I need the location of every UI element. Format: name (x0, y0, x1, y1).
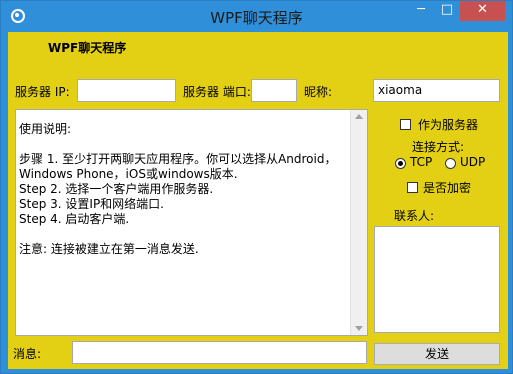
contacts-label: 联系人: (394, 209, 435, 223)
scroll-up-icon[interactable] (355, 114, 363, 119)
as-server-checkbox[interactable] (400, 119, 411, 130)
title-bar[interactable]: WPF聊天程序 ─ □ ✕ (1, 1, 512, 31)
encrypt-label: 是否加密 (423, 181, 472, 195)
encrypt-checkbox[interactable] (407, 182, 418, 193)
connection-mode-label: 连接方式: (412, 140, 465, 154)
message-input[interactable] (72, 341, 367, 364)
udp-label: UDP (460, 155, 486, 169)
app-window: WPF聊天程序 ─ □ ✕ WPF聊天程序 服务器 IP: 服务器 端口: 昵称… (0, 0, 513, 374)
scroll-down-icon[interactable] (355, 326, 363, 331)
udp-radio[interactable] (445, 158, 456, 169)
as-server-label: 作为服务器 (418, 118, 479, 132)
tcp-radio[interactable] (395, 158, 406, 169)
send-button[interactable]: 发送 (374, 343, 500, 365)
page-title: WPF聊天程序 (48, 41, 127, 55)
instruction-line: 注意: 连接被建立在第一消息发送. (19, 242, 199, 256)
maximize-button[interactable]: □ (434, 1, 460, 21)
contacts-list[interactable] (374, 226, 500, 333)
instruction-line: Step 2. 选择一个客户端用作服务器. (19, 182, 214, 196)
instructions-textarea[interactable]: 使用说明: 步骤 1. 至少打开两聊天应用程序。你可以选择从Android， W… (15, 109, 368, 336)
minimize-button[interactable]: ─ (408, 1, 434, 21)
server-port-input[interactable] (251, 79, 297, 102)
vertical-scrollbar[interactable] (350, 110, 367, 335)
instruction-line: 使用说明: (19, 122, 72, 136)
message-label: 消息: (13, 347, 42, 361)
client-area: WPF聊天程序 服务器 IP: 服务器 端口: 昵称: xiaoma 使用说明:… (8, 32, 508, 369)
instruction-line: Windows Phone，iOS或windows版本. (19, 167, 238, 181)
nickname-input[interactable]: xiaoma (373, 79, 500, 102)
instruction-line: Step 3. 设置IP和网络端口. (19, 197, 164, 211)
nickname-label: 昵称: (304, 85, 333, 99)
instruction-line: 步骤 1. 至少打开两聊天应用程序。你可以选择从Android， (19, 152, 337, 166)
server-port-label: 服务器 端口: (183, 85, 251, 99)
server-ip-label: 服务器 IP: (15, 85, 70, 99)
close-button[interactable]: ✕ (460, 1, 505, 21)
tcp-label: TCP (410, 155, 433, 169)
server-ip-input[interactable] (77, 79, 176, 102)
instruction-line (19, 137, 349, 152)
instruction-line: Step 4. 启动客户端. (19, 212, 130, 226)
instruction-line (19, 227, 349, 242)
